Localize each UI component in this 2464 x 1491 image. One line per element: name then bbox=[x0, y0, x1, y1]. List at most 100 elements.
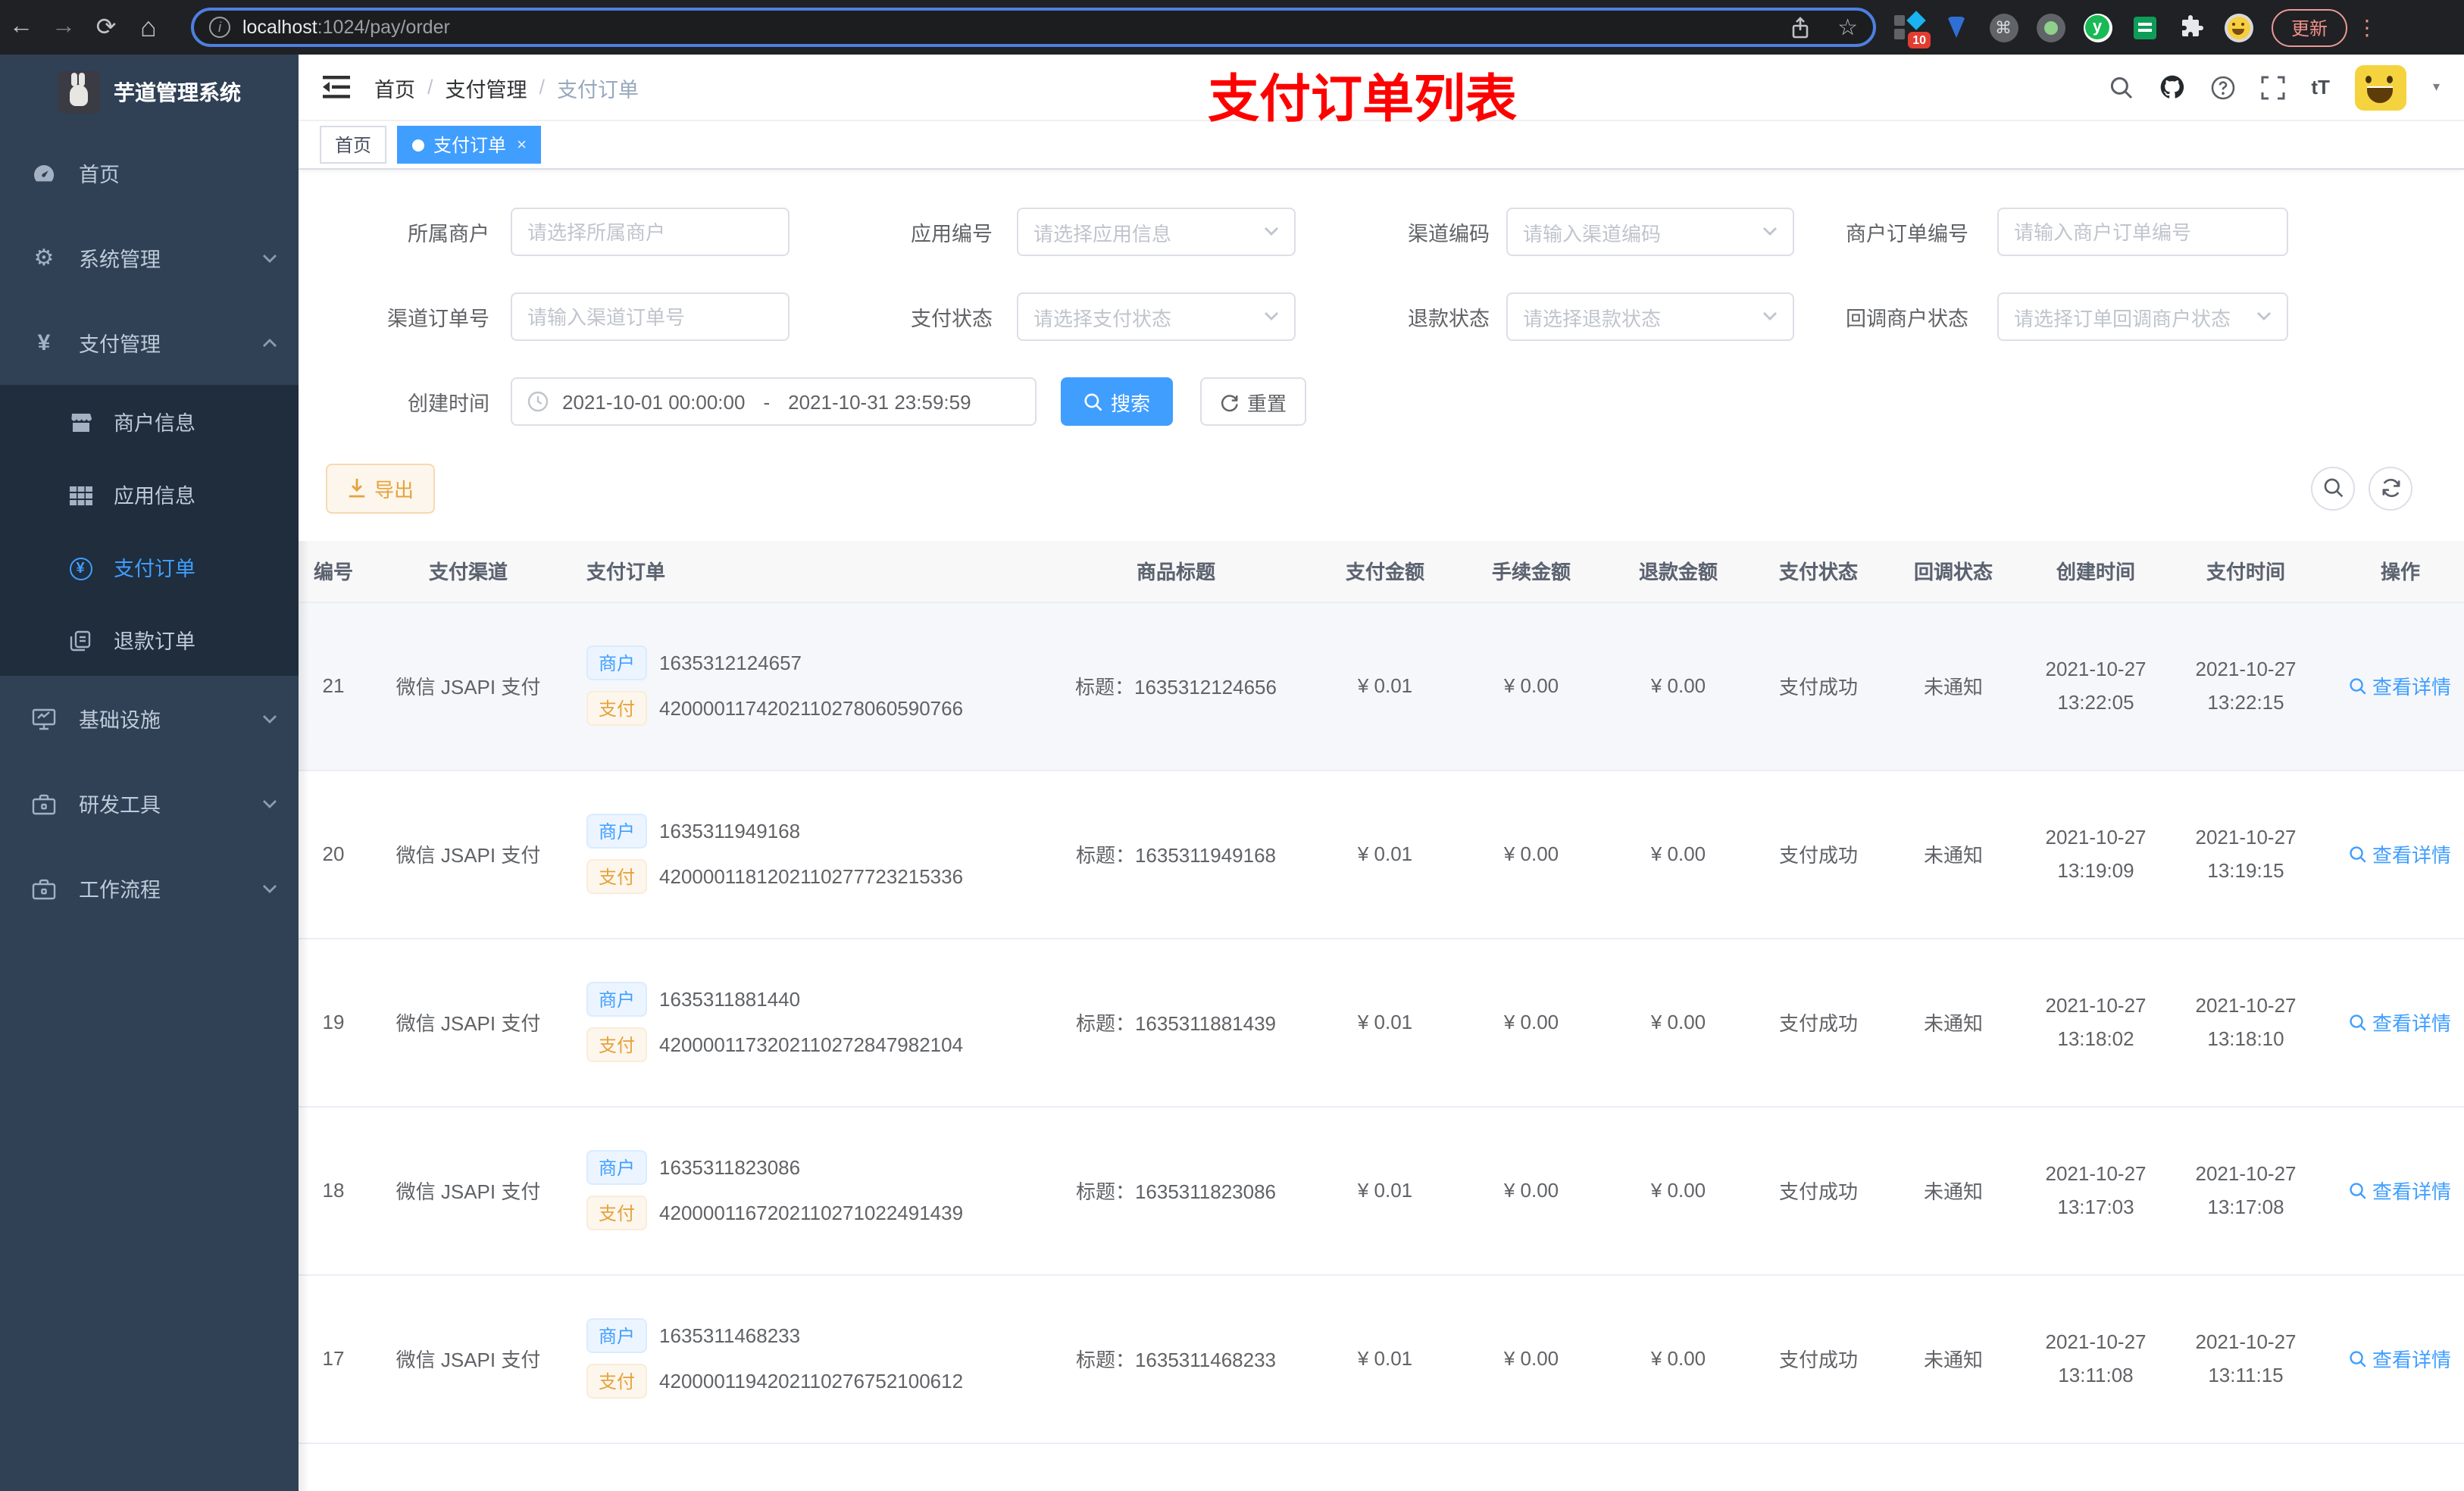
tag-pay-order[interactable]: 支付订单 × bbox=[397, 126, 542, 164]
date-start[interactable]: 2021-10-01 00:00:00 bbox=[562, 390, 745, 413]
sidebar-item-home[interactable]: 首页 bbox=[0, 130, 299, 215]
browser-update-button[interactable]: 更新 bbox=[2272, 8, 2348, 46]
cell-fee: ¥ 0.00 bbox=[1456, 1106, 1606, 1275]
sidebar-item-pay-order[interactable]: ¥ 支付订单 bbox=[0, 530, 299, 603]
sidebar-item-payment[interactable]: ¥ 支付管理 bbox=[0, 300, 299, 385]
user-avatar[interactable] bbox=[2355, 64, 2407, 110]
extension-command-icon[interactable]: ⌘ bbox=[1988, 12, 2018, 42]
cell-created: 2021-10-27 13:22:05 bbox=[2020, 602, 2172, 771]
extension-chat-icon[interactable] bbox=[2129, 12, 2159, 42]
sidebar-item-merchant-info[interactable]: 商户信息 bbox=[0, 385, 299, 458]
create-time-label: 创建时间 bbox=[408, 392, 489, 415]
cell-notify: 未通知 bbox=[1887, 938, 2020, 1107]
profile-avatar-icon[interactable] bbox=[2223, 12, 2253, 42]
sidebar-item-system[interactable]: ⚙ 系统管理 bbox=[0, 215, 299, 300]
fullscreen-icon[interactable] bbox=[2261, 75, 2285, 99]
cell-status: 支付成功 bbox=[1750, 770, 1887, 939]
cell-notify: 未通知 bbox=[1887, 602, 2020, 771]
sidebar-item-label: 基础设施 bbox=[79, 709, 161, 732]
browser-back-icon[interactable]: ← bbox=[0, 14, 42, 41]
bookmark-star-icon[interactable]: ☆ bbox=[1837, 14, 1858, 41]
app-select[interactable]: 请选择应用信息 bbox=[1017, 208, 1296, 256]
cell-amount: ¥ 0.01 bbox=[1314, 1274, 1456, 1443]
github-icon[interactable] bbox=[2159, 74, 2185, 100]
breadcrumb-payment[interactable]: 支付管理 bbox=[446, 72, 527, 102]
create-time-range-picker[interactable]: 2021-10-01 00:00:00 - 2021-10-31 23:59:5… bbox=[511, 377, 1037, 426]
view-detail-link[interactable]: 查看详情 bbox=[2350, 839, 2451, 868]
reset-button[interactable]: 重置 bbox=[1200, 377, 1306, 426]
sidebar-item-label: 支付订单 bbox=[114, 558, 195, 580]
tag-home[interactable]: 首页 bbox=[320, 126, 387, 164]
chevron-down-icon bbox=[1762, 303, 1778, 330]
sidebar-item-label: 支付管理 bbox=[79, 333, 161, 356]
show-search-toggle-button[interactable] bbox=[2311, 466, 2355, 510]
cell-title: 标题：1635311881439 bbox=[1038, 938, 1314, 1107]
extension-record-icon[interactable] bbox=[2035, 12, 2065, 42]
cell-refund: ¥ 0.00 bbox=[1606, 602, 1750, 771]
sidebar-item-infra[interactable]: 基础设施 bbox=[0, 676, 299, 761]
extension-y-icon[interactable]: y bbox=[2082, 12, 2112, 42]
browser-reload-icon[interactable]: ⟳ bbox=[85, 12, 127, 42]
chevron-down-icon bbox=[262, 792, 277, 814]
view-detail-link[interactable]: 查看详情 bbox=[2350, 671, 2451, 700]
channel-order-no-input[interactable] bbox=[511, 292, 790, 341]
channel-order-no-label: 渠道订单号 bbox=[387, 308, 489, 330]
extensions-puzzle-icon[interactable] bbox=[2176, 12, 2206, 42]
view-detail-link[interactable]: 查看详情 bbox=[2350, 1176, 2451, 1205]
notify-status-select[interactable]: 请选择订单回调商户状态 bbox=[1997, 292, 2288, 341]
export-button[interactable]: 导出 bbox=[326, 463, 436, 513]
merchant-input[interactable] bbox=[511, 208, 790, 256]
cell-title: 标题：1635312124656 bbox=[1038, 602, 1314, 771]
merchant-order-no-input[interactable] bbox=[1997, 208, 2288, 256]
table-row: 17 微信 JSAPI 支付 商户 1635311468233 支付 4200001… bbox=[299, 1274, 2464, 1443]
breadcrumb: 首页 / 支付管理 / 支付订单 bbox=[374, 72, 639, 102]
monitor-icon bbox=[30, 705, 58, 731]
refund-status-select[interactable]: 请选择退款状态 bbox=[1506, 292, 1794, 341]
cell-id: 18 bbox=[299, 1106, 368, 1275]
cell-order: 商户 1635312124657 支付 4200001174202110278060… bbox=[568, 602, 1038, 771]
sidebar: 芋道管理系统 首页 ⚙ 系统管理 ¥ 支付管理 商户信息 应用信息 ¥ 支付订单… bbox=[0, 55, 299, 1491]
extension-grid-icon[interactable]: 10 bbox=[1894, 11, 1931, 48]
sidebar-item-label: 工作流程 bbox=[79, 879, 161, 902]
url-host: localhost bbox=[242, 17, 317, 38]
breadcrumb-home[interactable]: 首页 bbox=[374, 72, 415, 102]
browser-forward-icon[interactable]: → bbox=[42, 14, 85, 41]
orders-table: 编号 支付渠道 支付订单 商品标题 支付金额 手续金额 退款金额 支付状态 回调… bbox=[299, 541, 2464, 1491]
sidebar-item-devtools[interactable]: 研发工具 bbox=[0, 761, 299, 846]
channel-code-label: 渠道编码 bbox=[1408, 223, 1490, 245]
view-detail-link[interactable]: 查看详情 bbox=[2350, 1008, 2451, 1036]
orders-table-wrapper: 编号 支付渠道 支付订单 商品标题 支付金额 手续金额 退款金额 支付状态 回调… bbox=[299, 541, 2464, 1491]
pay-status-select[interactable]: 请选择支付状态 bbox=[1017, 292, 1296, 341]
sidebar-item-label: 退款订单 bbox=[114, 630, 195, 653]
browser-menu-icon[interactable]: ⋮ bbox=[2356, 14, 2378, 40]
refresh-table-button[interactable] bbox=[2369, 466, 2412, 510]
help-icon[interactable] bbox=[2211, 75, 2235, 99]
toolbox-icon bbox=[30, 790, 58, 816]
pay-tag: 支付 bbox=[586, 1027, 648, 1062]
sidebar-item-refund-order[interactable]: 退款订单 bbox=[0, 603, 299, 676]
date-end[interactable]: 2021-10-31 23:59:59 bbox=[788, 390, 971, 413]
col-created: 创建时间 bbox=[2020, 541, 2172, 602]
cell-amount: ¥ 0.01 bbox=[1314, 602, 1456, 771]
cell-notify: 未通知 bbox=[1887, 770, 2020, 939]
font-size-icon[interactable]: tT bbox=[2311, 76, 2330, 98]
extension-gem-icon[interactable] bbox=[1941, 12, 1972, 42]
view-detail-link[interactable]: 查看详情 bbox=[2350, 1344, 2451, 1373]
address-bar[interactable]: i localhost:1024/pay/order ☆ bbox=[191, 8, 1876, 47]
share-icon[interactable] bbox=[1789, 16, 1810, 39]
sidebar-collapse-icon[interactable] bbox=[323, 73, 350, 101]
cell-id: 19 bbox=[299, 938, 368, 1107]
sidebar-item-workflow[interactable]: 工作流程 bbox=[0, 846, 299, 930]
cell-status: 支付成功 bbox=[1750, 1106, 1887, 1275]
browser-home-icon[interactable]: ⌂ bbox=[127, 11, 170, 43]
url-path: :1024/pay/order bbox=[317, 17, 450, 38]
table-row: 21 微信 JSAPI 支付 商户 1635312124657 支付 4200001… bbox=[299, 602, 2464, 771]
search-icon[interactable] bbox=[2109, 75, 2134, 99]
sidebar-item-app-info[interactable]: 应用信息 bbox=[0, 458, 299, 530]
search-button[interactable]: 搜索 bbox=[1061, 377, 1173, 426]
tag-close-icon[interactable]: × bbox=[517, 136, 527, 154]
avatar-caret-icon[interactable]: ▾ bbox=[2433, 79, 2440, 95]
site-info-icon[interactable]: i bbox=[209, 17, 230, 38]
channel-code-select[interactable]: 请输入渠道编码 bbox=[1506, 208, 1794, 256]
app-logo[interactable]: 芋道管理系统 bbox=[0, 55, 299, 130]
